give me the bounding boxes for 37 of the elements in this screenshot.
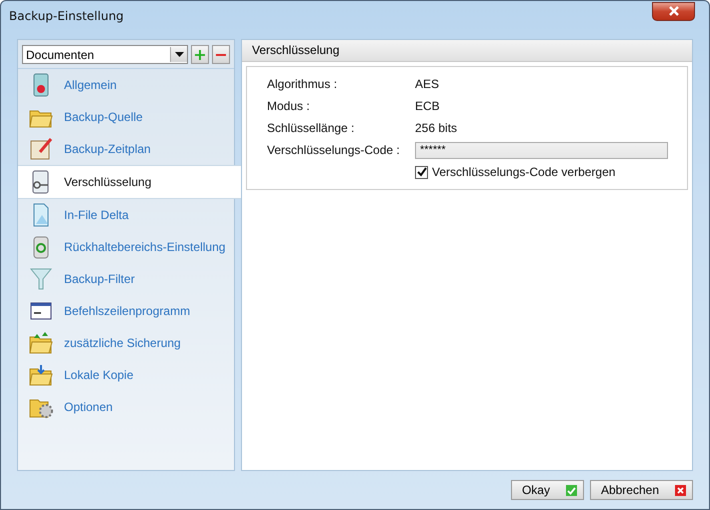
field-label: Algorithmus : — [267, 77, 338, 91]
remove-button[interactable]: − — [212, 45, 230, 64]
check-icon — [566, 484, 577, 496]
add-button[interactable]: + — [191, 45, 209, 64]
close-button[interactable] — [652, 2, 695, 20]
sidebar-item[interactable]: Optionen — [18, 391, 234, 423]
caret-icon — [174, 52, 184, 57]
panel-title: Verschlüsselung — [252, 43, 340, 57]
cancel-button[interactable]: Abbrechen — [590, 480, 693, 500]
sidebar-item[interactable]: Backup-Zeitplan — [18, 133, 234, 165]
code-field[interactable]: ****** — [415, 142, 668, 158]
sidebar-item[interactable]: Lokale Kopie — [18, 359, 234, 391]
hide-code-checkbox[interactable]: Verschlüsselungs-Code verbergen — [415, 165, 616, 179]
field-label: Modus : — [267, 99, 311, 113]
sidebar-item[interactable]: Backup-Filter — [18, 263, 234, 295]
sidebar-item[interactable]: Rückhaltebereichs-Einstellung — [18, 231, 234, 263]
sidebar-item[interactable]: zusätzliche Sicherung — [18, 327, 234, 359]
sidebar-item[interactable]: Backup-Quelle — [18, 101, 234, 133]
cross-icon — [675, 484, 686, 496]
sidebar-item[interactable]: In-File Delta — [18, 199, 234, 231]
field-label: Schlüssellänge : — [267, 121, 356, 135]
item-icon — [28, 266, 54, 292]
field-value: AES — [415, 77, 440, 91]
close-icon — [668, 6, 680, 16]
okay-button[interactable]: Okay — [510, 480, 584, 500]
item-icon — [28, 330, 54, 356]
sidebar-item[interactable]: Verschlüsselung — [18, 165, 242, 199]
checkmark-icon — [416, 167, 426, 177]
item-icon — [28, 362, 54, 388]
profile-dropdown[interactable]: Documenten — [22, 45, 188, 64]
window-title: Backup-Einstellung — [9, 9, 124, 23]
field-value: 256 bits — [415, 121, 458, 135]
sidebar-item[interactable]: Allgemein — [18, 69, 234, 101]
item-icon — [28, 136, 54, 162]
field-value: ECB — [415, 99, 440, 113]
sidebar-item[interactable]: Befehlszeilenprogramm — [18, 295, 234, 327]
field-label: Verschlüsselungs-Code : — [267, 143, 401, 157]
